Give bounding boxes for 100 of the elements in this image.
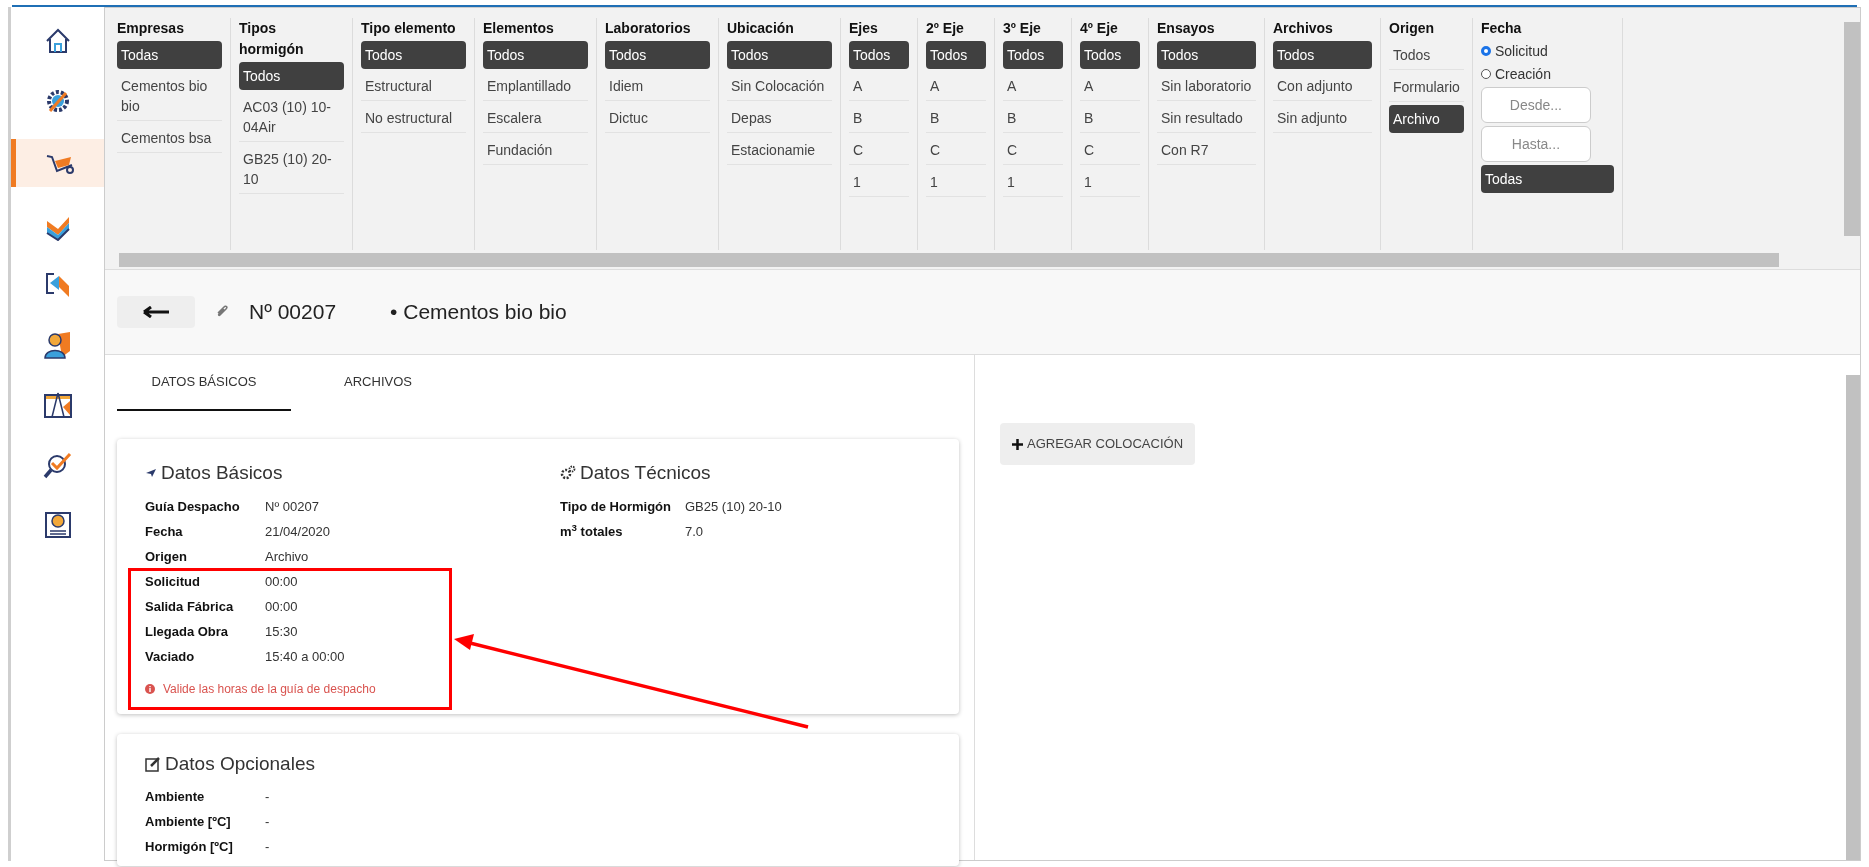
filter-option[interactable]: Con R7 (1157, 136, 1256, 165)
filter-option[interactable]: Escalera (483, 104, 588, 133)
section-title: Datos Técnicos (580, 461, 711, 485)
field-label: m$^{3}$ totales (560, 523, 623, 539)
edit-icon (145, 755, 161, 772)
filter-option[interactable]: C (926, 136, 986, 165)
radio-option[interactable]: Solicitud (1480, 41, 1614, 61)
filter-option[interactable]: C (849, 136, 909, 165)
date-field[interactable]: Desde... (1480, 87, 1591, 123)
horizontal-scrollbar[interactable] (119, 252, 1779, 267)
left-arrow-icon (143, 306, 169, 318)
filter-option[interactable]: Archivo (1389, 105, 1464, 133)
filter-heading: Origen (1389, 19, 1436, 38)
filter-option[interactable]: B (849, 104, 909, 133)
plus-icon (1012, 438, 1023, 450)
field-label: Vaciado (145, 648, 195, 664)
filter-option[interactable]: 1 (849, 168, 909, 197)
field-value: Nº 00207 (265, 497, 319, 516)
filter-option[interactable]: AC03 (10) 10-04Air (239, 93, 344, 142)
filter-option[interactable]: Todos (1157, 41, 1256, 69)
filter-option[interactable]: Todos (1080, 41, 1140, 69)
filter-option[interactable]: Estructural (361, 72, 466, 101)
filter-option[interactable]: Todos (849, 41, 909, 69)
sidebar-item[interactable] (11, 139, 104, 187)
field-label: Solicitud (145, 573, 200, 589)
filter-heading: Ensayos (1157, 19, 1216, 38)
filter-option[interactable]: Dictuc (605, 104, 710, 133)
filter-heading: Ejes (849, 19, 879, 38)
field-value: - (265, 813, 270, 831)
vertical-scrollbar[interactable] (1846, 375, 1860, 860)
filter-heading: Tipo elemento (361, 19, 457, 38)
filter-heading: Archivos (1273, 19, 1334, 38)
field-label: Origen (145, 548, 187, 564)
filter-option[interactable]: Todos (727, 41, 832, 69)
filter-option[interactable]: GB25 (10) 20-10 (239, 145, 344, 194)
filter-option[interactable]: A (1003, 72, 1063, 101)
filter-option[interactable]: C (1003, 136, 1063, 165)
filter-option[interactable]: No estructural (361, 104, 466, 133)
field-value: Archivo (265, 547, 309, 566)
filter-option[interactable]: Fundación (483, 136, 588, 165)
filter-option[interactable]: B (1003, 104, 1063, 133)
filter-option[interactable]: Sin Colocación (727, 72, 832, 101)
filter-heading: 3º Eje (1003, 19, 1042, 38)
guide-number: Nº 00207 (249, 299, 337, 326)
filter-option[interactable]: C (1080, 136, 1140, 165)
filter-option[interactable]: Idiem (605, 72, 710, 101)
filter-option[interactable]: 1 (1003, 168, 1063, 197)
back-button[interactable] (117, 296, 195, 328)
filter-option[interactable]: B (926, 104, 986, 133)
filter-option[interactable]: Con adjunto (1273, 72, 1372, 101)
filter-option[interactable]: Estacionamie (727, 136, 832, 165)
field-label: Hormigón [ºC] (145, 839, 233, 854)
filter-option[interactable]: Depas (727, 104, 832, 133)
vertical-scrollbar[interactable] (1844, 22, 1860, 236)
warning-message: Valide las horas de la guía de despacho (163, 680, 376, 698)
filter-heading: 2º Eje (926, 19, 965, 38)
filter-option[interactable]: Todos (605, 41, 710, 69)
filter-option[interactable]: Todas (117, 41, 222, 69)
filter-option[interactable]: Todos (239, 62, 344, 90)
company-name: • Cementos bio bio (390, 299, 567, 326)
filter-option[interactable]: Sin laboratorio (1157, 72, 1256, 101)
filter-option[interactable]: Todos (1003, 41, 1063, 69)
filter-option[interactable]: Cementos bsa (117, 124, 222, 153)
field-label: Ambiente (145, 789, 205, 804)
filter-option[interactable]: A (849, 72, 909, 101)
field-label: Llegada Obra (145, 623, 229, 639)
info-icon (145, 683, 155, 694)
radio-option[interactable]: Creación (1480, 64, 1614, 84)
filter-heading: Elementos (483, 19, 555, 38)
filter-heading: Ubicación (727, 19, 795, 38)
field-label: Tipo de Hormigón (560, 498, 671, 514)
filter-option[interactable]: Emplantillado (483, 72, 588, 101)
filter-option[interactable]: Cementos bio bio (117, 72, 222, 121)
field-label: Ambiente [ºC] (145, 814, 231, 829)
filter-option[interactable]: A (1080, 72, 1140, 101)
filter-option[interactable]: Todas (1480, 165, 1614, 193)
field-value: - (265, 838, 270, 856)
filter-option[interactable]: Todos (483, 41, 588, 69)
filter-option[interactable]: Formulario (1389, 73, 1464, 102)
field-value: 15:30 (265, 622, 298, 641)
filter-option[interactable]: Todos (1389, 41, 1464, 70)
tab[interactable]: ARCHIVOS (291, 355, 465, 411)
filter-option[interactable]: Todos (361, 41, 466, 69)
tab[interactable]: DATOS BÁSICOS (117, 355, 291, 411)
filter-option[interactable]: 1 (926, 168, 986, 197)
filter-option[interactable]: A (926, 72, 986, 101)
filter-option[interactable]: 1 (1080, 168, 1140, 197)
filter-option[interactable]: B (1080, 104, 1140, 133)
filter-heading: Empresas (117, 19, 185, 38)
field-label: Guía Despacho (145, 498, 240, 514)
add-placement-button[interactable]: AGREGAR COLOCACIÓN (1000, 423, 1196, 465)
field-value: 21/04/2020 (265, 522, 331, 541)
filter-option[interactable]: Todos (926, 41, 986, 69)
paper-plane-icon (145, 468, 157, 479)
field-label: Salida Fábrica (145, 598, 234, 614)
filter-option[interactable]: Sin adjunto (1273, 104, 1372, 133)
filter-option[interactable]: Todos (1273, 41, 1372, 69)
filter-heading: Tipos hormigón (239, 19, 305, 59)
filter-option[interactable]: Sin resultado (1157, 104, 1256, 133)
date-field[interactable]: Hasta... (1480, 126, 1591, 162)
